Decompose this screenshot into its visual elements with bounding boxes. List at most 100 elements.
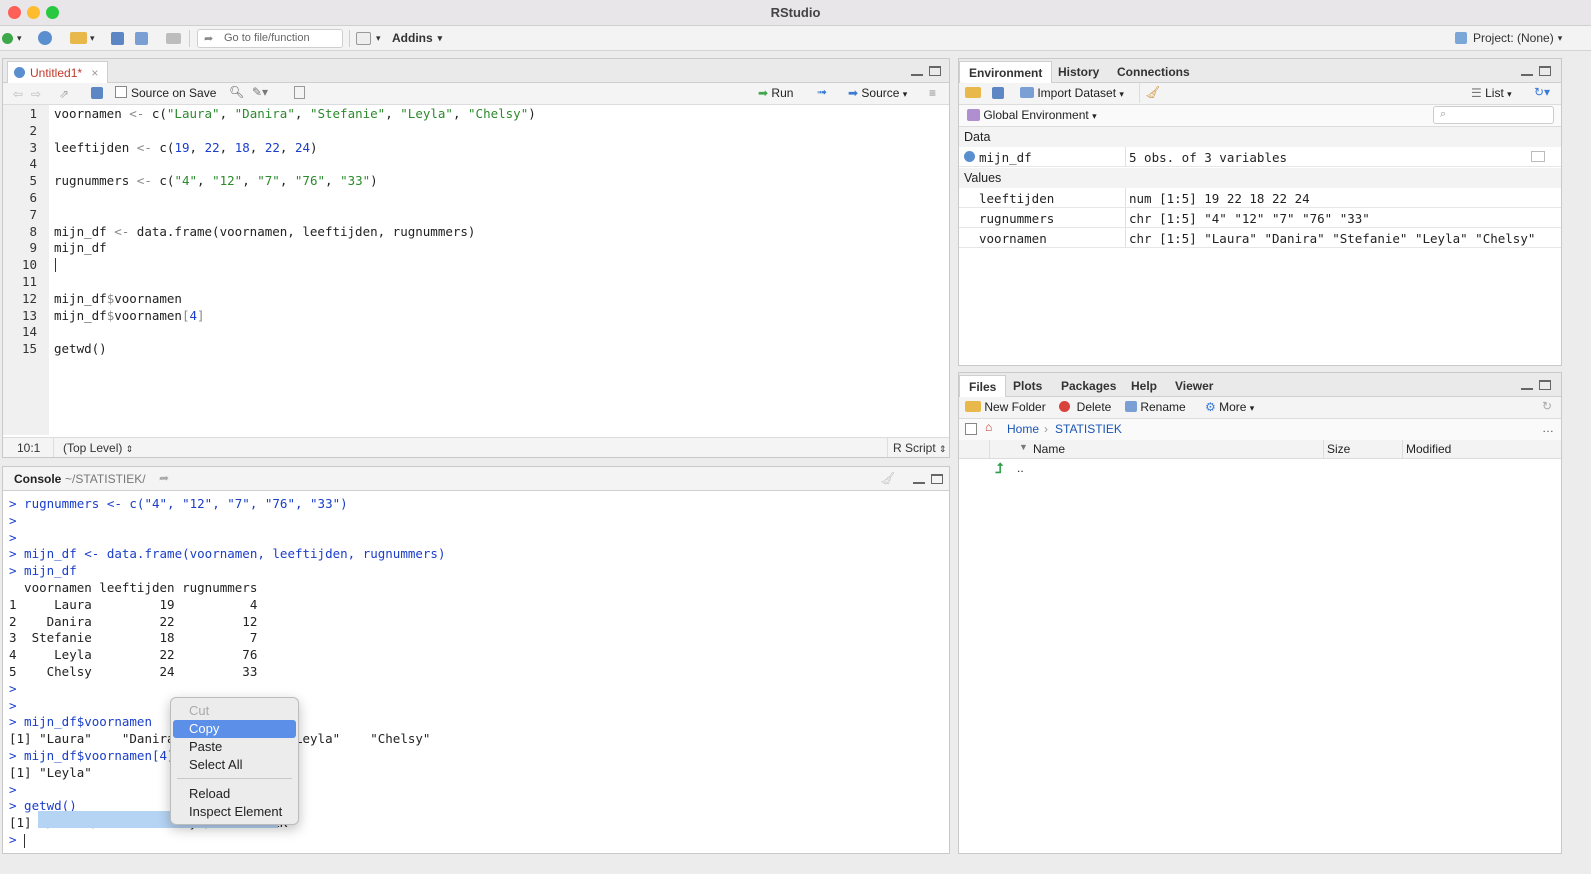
tab-files[interactable]: Files	[959, 375, 1007, 397]
maximize-files-icon[interactable]	[1539, 380, 1551, 390]
forward-arrow-icon[interactable]: ⇨	[31, 87, 41, 101]
delete-icon	[1059, 401, 1070, 412]
column-name[interactable]: Name	[1033, 442, 1065, 456]
tab-help[interactable]: Help	[1122, 375, 1166, 397]
env-search-input[interactable]: ⌕	[1433, 106, 1554, 124]
sort-indicator-icon: ▼	[1019, 442, 1028, 452]
maximize-console-icon[interactable]	[931, 474, 943, 484]
rerun-icon[interactable]: ➟	[817, 85, 827, 99]
new-folder-button[interactable]: New Folder	[965, 400, 1046, 414]
refresh-files-icon[interactable]: ↻	[1542, 399, 1552, 413]
menu-item-inspect-element[interactable]: Inspect Element	[173, 803, 296, 821]
code-tools-icon[interactable]: ✎▾	[252, 85, 268, 99]
minimize-env-icon[interactable]	[1521, 66, 1533, 76]
search-icon[interactable]: 🔍︎	[229, 85, 244, 99]
breadcrumb-home[interactable]: Home	[1007, 422, 1039, 436]
menu-item-reload[interactable]: Reload	[173, 785, 296, 803]
save-workspace-icon[interactable]	[992, 87, 1004, 99]
list-view-selector[interactable]: ☰ List ▾	[1471, 86, 1512, 100]
maximize-env-icon[interactable]	[1539, 66, 1551, 76]
rename-button[interactable]: Rename	[1125, 400, 1186, 414]
print-icon[interactable]	[166, 30, 181, 46]
source-on-save-checkbox[interactable]	[115, 86, 127, 98]
clear-objects-icon[interactable]: 🧹︎	[1145, 85, 1160, 99]
breadcrumb: ⌂ Home › STATISTIEK …	[959, 419, 1561, 441]
new-project-icon[interactable]	[38, 30, 52, 46]
show-in-window-icon[interactable]: ⇗	[59, 87, 69, 101]
view-data-icon[interactable]	[1531, 151, 1545, 162]
addins-menu[interactable]: Addins ▾	[392, 30, 442, 46]
maximize-pane-icon[interactable]	[929, 66, 941, 76]
back-arrow-icon[interactable]: ⇦	[13, 87, 23, 101]
delete-button[interactable]: Delete	[1059, 400, 1111, 414]
tab-packages[interactable]: Packages	[1052, 375, 1125, 397]
env-row-leeftijden[interactable]: leeftijden num [1:5] 19 22 18 22 24	[959, 188, 1561, 208]
console-input-line: >	[9, 781, 17, 797]
go-to-directory-icon[interactable]: ➦	[159, 471, 169, 485]
select-all-checkbox[interactable]	[965, 423, 977, 435]
line-number: 15	[21, 341, 37, 357]
line-number: 2	[29, 122, 37, 138]
tab-environment[interactable]: Environment	[959, 61, 1053, 83]
console-tab[interactable]: Console	[14, 472, 61, 486]
run-button[interactable]: ➡ Run	[758, 86, 793, 100]
line-number: 4	[29, 156, 37, 172]
tab-history[interactable]: History	[1049, 61, 1108, 83]
code-line: voornamen <- c("Laura", "Danira", "Stefa…	[54, 106, 536, 121]
env-row-mijn-df[interactable]: mijn_df 5 obs. of 3 variables	[959, 147, 1561, 167]
menu-item-select-all[interactable]: Select All	[173, 756, 296, 774]
compile-report-icon[interactable]	[294, 86, 305, 99]
goto-arrow-icon: ➦	[204, 33, 214, 45]
menu-item-copy[interactable]: Copy	[173, 720, 296, 738]
env-row-voornamen[interactable]: voornamen chr [1:5] "Laura" "Danira" "Ste…	[959, 228, 1561, 248]
environment-pane: Environment History Connections Import D…	[958, 58, 1562, 366]
minimize-pane-icon[interactable]	[911, 66, 923, 76]
global-environment-selector[interactable]: Global Environment ▾	[967, 108, 1097, 122]
line-number: 12	[21, 290, 37, 306]
expand-icon[interactable]	[964, 151, 975, 162]
menu-item-paste[interactable]: Paste	[173, 738, 296, 756]
console-input-line: > mijn_df$voornamen	[9, 714, 152, 730]
clear-console-icon[interactable]: 🧹︎	[880, 471, 895, 485]
tab-plots[interactable]: Plots	[1004, 375, 1051, 397]
goto-file-input[interactable]: ➦ Go to file/function	[197, 29, 343, 48]
refresh-env-icon[interactable]: ↻▾	[1534, 85, 1550, 99]
tab-connections[interactable]: Connections	[1108, 61, 1199, 83]
pane-layout-icon[interactable]: ▾	[356, 30, 381, 46]
column-size[interactable]: Size	[1327, 442, 1350, 456]
env-row-rugnummers[interactable]: rugnummers chr [1:5] "4" "12" "7" "76" "3…	[959, 208, 1561, 228]
save-file-icon[interactable]	[91, 87, 103, 99]
more-menu[interactable]: ⚙ More ▾	[1205, 400, 1254, 414]
code-line: mijn_df <- data.frame(voornamen, leeftij…	[54, 223, 476, 239]
minimize-console-icon[interactable]	[913, 474, 925, 484]
scope-selector[interactable]: (Top Level) ⇕	[63, 441, 133, 455]
project-menu[interactable]: Project: (None) ▾	[1455, 30, 1562, 46]
file-row-parent[interactable]: ⮥ ..	[959, 460, 1561, 480]
console-input-line: > rugnummers <- c("4", "12", "7", "76", …	[9, 496, 348, 511]
open-file-icon[interactable]: ▾	[70, 30, 95, 46]
new-file-icon[interactable]: ▾	[2, 30, 22, 46]
values-section-header: Values	[959, 168, 1561, 188]
import-dataset-button[interactable]: Import Dataset ▾	[1020, 86, 1124, 100]
code-line: mijn_df$voornamen	[54, 290, 182, 306]
close-tab-icon[interactable]: ×	[91, 66, 98, 80]
tab-viewer[interactable]: Viewer	[1166, 375, 1222, 397]
tab-untitled1[interactable]: Untitled1* ×	[7, 61, 109, 83]
cursor-position: 10:1	[17, 441, 41, 455]
source-button[interactable]: ➡ Source ▾	[848, 86, 907, 100]
load-workspace-icon[interactable]	[965, 87, 981, 98]
more-path-icon[interactable]: …	[1542, 421, 1554, 435]
breadcrumb-statistiek[interactable]: STATISTIEK	[1055, 422, 1122, 436]
save-icon[interactable]	[111, 30, 124, 46]
column-modified[interactable]: Modified	[1406, 442, 1451, 456]
environment-toolbar: Import Dataset ▾ 🧹︎ ☰ List ▾ ↻▾	[959, 83, 1561, 105]
outline-icon[interactable]: ≡	[929, 86, 936, 100]
save-all-icon[interactable]	[135, 30, 148, 46]
file-type-selector[interactable]: R Script ⇕	[893, 441, 947, 455]
menu-item-cut[interactable]: Cut	[173, 702, 296, 720]
folder-plus-icon	[965, 401, 981, 412]
home-icon[interactable]: ⌂	[985, 420, 992, 434]
line-number: 6	[29, 190, 37, 205]
minimize-files-icon[interactable]	[1521, 380, 1533, 390]
environment-icon	[967, 109, 980, 121]
